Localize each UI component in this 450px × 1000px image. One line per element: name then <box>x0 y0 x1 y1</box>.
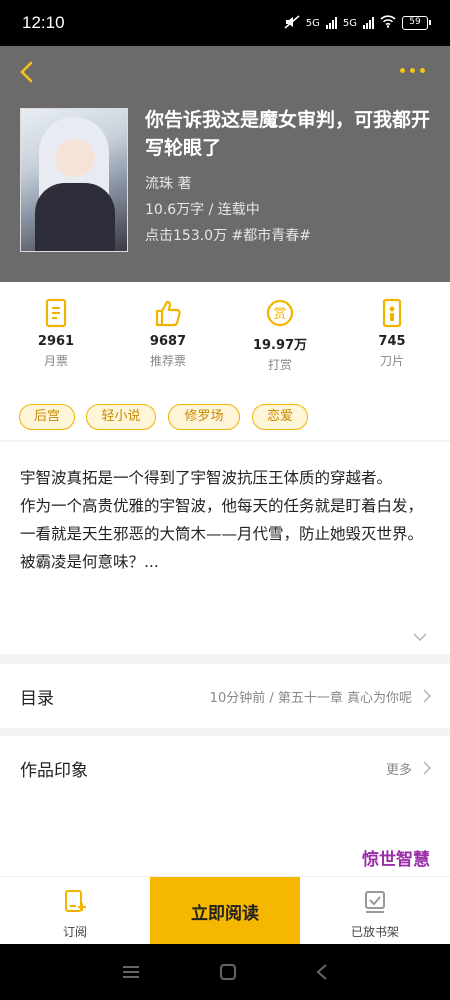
back-nav-icon[interactable] <box>315 963 329 981</box>
book-clicks-genre: 点击153.0万 #都市青春# <box>145 228 311 244</box>
book-header: 你告诉我这是魔女审判，可我都开写轮眼了 流珠 著 10.6万字 / 连载中 点击… <box>0 46 450 282</box>
subscribe-button[interactable]: 订阅 <box>30 877 120 945</box>
tag-harem[interactable]: 后宫 <box>19 404 75 430</box>
impression-row[interactable]: 作品印象 更多 <box>0 736 450 800</box>
svg-text:赏: 赏 <box>273 307 286 322</box>
stat-value: 2961 <box>37 334 75 349</box>
book-cover[interactable] <box>20 108 128 252</box>
tag-romance[interactable]: 恋爱 <box>252 404 308 430</box>
impression-area: 惊世智慧 <box>0 800 450 876</box>
reward-coin-icon: 赏 <box>266 299 294 327</box>
network-label-2: 5G <box>342 17 357 29</box>
toc-latest-chapter: 10分钟前 / 第五十一章 真心为你呢 <box>209 691 412 706</box>
wifi-icon <box>380 15 396 31</box>
system-nav-bar <box>0 944 450 1000</box>
tag-shura[interactable]: 修罗场 <box>168 404 240 430</box>
more-dot-icon <box>410 67 415 73</box>
subscribe-icon <box>65 890 86 912</box>
bookshelf-button[interactable]: 已放书架 <box>330 877 420 945</box>
read-now-button[interactable]: 立即阅读 <box>150 877 300 945</box>
signal-icon-1 <box>325 17 337 29</box>
book-description[interactable]: 宇智波真拓是一个得到了宇智波抗压王体质的穿越者。 作为一个高贵优雅的宇智波，他每… <box>0 442 450 654</box>
stat-monthly-ticket[interactable]: 2961 月票 <box>11 298 101 369</box>
stat-label: 推荐票 <box>149 354 186 368</box>
stat-reward[interactable]: 赏 19.97万 打赏 <box>235 298 325 373</box>
stat-value: 745 <box>378 334 406 349</box>
battery-icon: 59 <box>402 16 431 30</box>
description-line: 作为一个高贵优雅的宇智波，他每天的任务就是盯着白发，一看就是天生邪恶的大筒木——… <box>20 497 424 543</box>
thumbs-up-icon <box>155 300 181 327</box>
status-icons: 5G 5G 59 <box>284 14 431 32</box>
chevron-right-icon <box>423 761 432 775</box>
stat-label: 月票 <box>43 354 68 368</box>
book-author[interactable]: 流珠 著 <box>145 173 191 193</box>
signal-icon-2 <box>363 17 374 29</box>
stat-value: 9687 <box>149 334 187 349</box>
toc-row[interactable]: 目录 10分钟前 / 第五十一章 真心为你呢 <box>0 664 450 728</box>
stat-label: 打赏 <box>267 358 292 372</box>
monthly-ticket-icon <box>45 298 67 328</box>
impression-floating-text: 惊世智慧 <box>362 850 430 870</box>
stat-label: 刀片 <box>379 354 404 368</box>
status-time: 12:10 <box>22 13 65 32</box>
blade-icon <box>382 298 402 328</box>
stat-value: 19.97万 <box>252 338 308 353</box>
book-word-status: 10.6万字 / 连载中 <box>145 202 260 218</box>
bottom-action-bar: 订阅 立即阅读 已放书架 <box>0 876 450 945</box>
impression-more: 更多 <box>385 763 412 778</box>
status-bar: 12:10 5G 5G 59 <box>0 0 450 46</box>
home-icon[interactable] <box>219 963 237 981</box>
chevron-down-icon[interactable] <box>412 632 428 642</box>
stat-recommend-ticket[interactable]: 9687 推荐票 <box>123 298 213 369</box>
chevron-left-icon <box>20 61 33 83</box>
bookshelf-check-icon <box>365 891 385 913</box>
more-dot-icon <box>400 67 405 73</box>
subscribe-label: 订阅 <box>62 925 87 939</box>
stat-blade[interactable]: 745 刀片 <box>347 298 437 369</box>
book-title: 你告诉我这是魔女审判，可我都开写轮眼了 <box>145 109 431 159</box>
back-button[interactable] <box>14 58 42 86</box>
impression-title: 作品印象 <box>20 761 88 781</box>
menu-icon[interactable] <box>121 964 141 980</box>
description-line: 宇智波真拓是一个得到了宇智波抗压王体质的穿越者。 <box>20 469 393 487</box>
stats-panel: 2961 月票 9687 推荐票 赏 19.97万 打赏 745 刀片 后宫 轻… <box>0 282 450 440</box>
bookshelf-label: 已放书架 <box>350 925 399 939</box>
description-text: 宇智波真拓是一个得到了宇智波抗压王体质的穿越者。 作为一个高贵优雅的宇智波，他每… <box>20 464 435 576</box>
description-line: 被霸凌是何意味？... <box>20 553 159 571</box>
network-label-1: 5G <box>305 17 320 29</box>
toc-title: 目录 <box>20 689 54 709</box>
more-options-button[interactable] <box>400 60 432 80</box>
chevron-right-icon <box>423 689 432 703</box>
tag-light-novel[interactable]: 轻小说 <box>86 404 156 430</box>
mute-icon <box>284 14 300 32</box>
more-dot-icon <box>420 67 425 73</box>
